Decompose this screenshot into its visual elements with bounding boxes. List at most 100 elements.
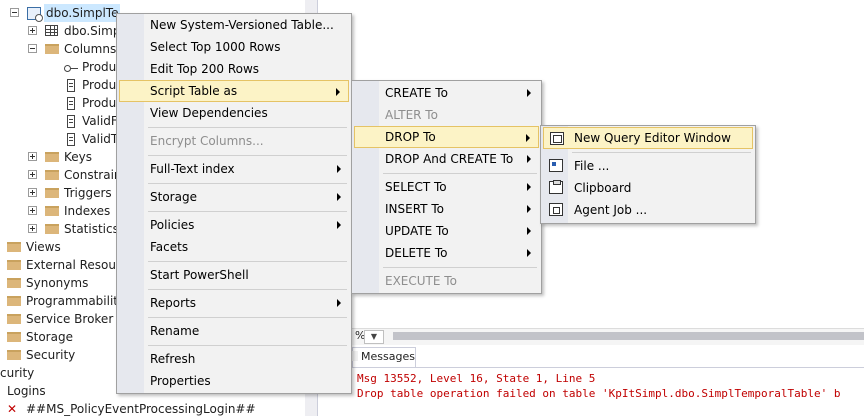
submenu-arrow-icon: [527, 249, 531, 257]
table-icon: [45, 25, 58, 36]
menu-item-facets[interactable]: Facets: [119, 236, 349, 258]
zoom-dropdown-icon[interactable]: ▼: [364, 330, 384, 344]
column-icon: [67, 97, 75, 110]
menu-item-agent-job[interactable]: Agent Job ...: [543, 199, 753, 221]
tree-node-label: Programmability: [26, 294, 126, 308]
tree-node-label: Views: [26, 240, 61, 254]
menu-item-refresh[interactable]: Refresh: [119, 348, 349, 370]
collapse-icon[interactable]: [28, 44, 37, 53]
menu-item-select-to[interactable]: SELECT To: [354, 176, 539, 198]
expand-icon[interactable]: [28, 188, 37, 197]
menu-separator: [148, 345, 347, 346]
menu-item-label: DROP To: [385, 130, 436, 144]
menu-item-label: ALTER To: [385, 108, 438, 122]
menu-item-label: Agent Job ...: [574, 203, 648, 217]
menu-item-storage[interactable]: Storage: [119, 186, 349, 208]
tree-node-label: ValidT: [82, 132, 119, 146]
expand-icon[interactable]: [28, 224, 37, 233]
submenu-arrow-icon: [337, 193, 341, 201]
menu-item-properties[interactable]: Properties: [119, 370, 349, 392]
error-message-line: Drop table operation failed on table 'Kp…: [357, 387, 841, 400]
tree-node-label: ValidF: [82, 114, 118, 128]
menu-separator: [148, 261, 347, 262]
menu-item-script-table-as[interactable]: Script Table as: [119, 80, 349, 102]
primary-key-icon: [64, 65, 78, 72]
tree-node-label: Indexes: [64, 204, 111, 218]
table-context-menu: New System-Versioned Table... Select Top…: [116, 13, 352, 394]
column-icon: [67, 133, 75, 146]
menu-item-rename[interactable]: Rename: [119, 320, 349, 342]
expand-icon[interactable]: [28, 206, 37, 215]
folder-icon: [7, 314, 21, 324]
horizontal-scrollbar[interactable]: [393, 332, 864, 340]
menu-item-drop-and-create-to[interactable]: DROP And CREATE To: [354, 148, 539, 170]
menu-item-full-text-index[interactable]: Full-Text index: [119, 158, 349, 180]
folder-icon: [45, 188, 59, 198]
submenu-arrow-icon: [527, 155, 531, 163]
menu-item-insert-to[interactable]: INSERT To: [354, 198, 539, 220]
messages-icon: [352, 351, 358, 361]
menu-item-file[interactable]: File ...: [543, 155, 753, 177]
menu-item-label: Refresh: [150, 352, 196, 366]
menu-item-create-to[interactable]: CREATE To: [354, 82, 539, 104]
menu-item-update-to[interactable]: UPDATE To: [354, 220, 539, 242]
submenu-arrow-icon: [527, 183, 531, 191]
menu-item-label: Select Top 1000 Rows: [150, 40, 281, 54]
menu-item-label: Storage: [150, 190, 197, 204]
menu-item-edit-top-200[interactable]: Edit Top 200 Rows: [119, 58, 349, 80]
tree-node-label: Logins: [7, 384, 46, 398]
tree-node-label: Security: [26, 348, 76, 362]
expand-icon[interactable]: [28, 170, 37, 179]
menu-item-label: Encrypt Columns...: [150, 134, 264, 148]
menu-item-drop-to[interactable]: DROP To: [354, 126, 539, 148]
folder-icon: [7, 260, 21, 270]
menu-item-clipboard[interactable]: Clipboard: [543, 177, 753, 199]
expand-icon[interactable]: [28, 26, 37, 35]
tree-node-label: Statistics: [64, 222, 119, 236]
tree-node-label: Storage: [26, 330, 73, 344]
folder-icon: [45, 152, 59, 162]
agent-job-icon: [549, 203, 563, 216]
submenu-arrow-icon: [337, 221, 341, 229]
tree-node-label: Service Broker: [26, 312, 114, 326]
tree-node-label: dbo.SimplTe: [44, 4, 121, 22]
menu-separator: [148, 155, 347, 156]
column-icon: [67, 115, 75, 128]
tab-messages-label: Messages: [361, 350, 415, 363]
folder-icon: [45, 170, 59, 180]
menu-separator: [383, 267, 537, 268]
folder-icon: [7, 278, 21, 288]
menu-separator: [148, 183, 347, 184]
menu-separator: [148, 127, 347, 128]
menu-item-delete-to[interactable]: DELETE To: [354, 242, 539, 264]
menu-item-execute-to: EXECUTE To: [354, 270, 539, 292]
clipboard-icon: [549, 180, 563, 194]
tree-node-label: Produ: [82, 78, 117, 92]
menu-item-label: New System-Versioned Table...: [150, 18, 334, 32]
menu-item-label: Policies: [150, 218, 195, 232]
collapse-icon[interactable]: [10, 8, 19, 17]
expand-icon[interactable]: [28, 152, 37, 161]
menu-item-reports[interactable]: Reports: [119, 292, 349, 314]
menu-separator: [148, 211, 347, 212]
menu-item-select-top-1000[interactable]: Select Top 1000 Rows: [119, 36, 349, 58]
tree-node-label: Columns: [64, 42, 117, 56]
folder-icon: [45, 44, 59, 54]
new-query-window-icon: [550, 132, 564, 145]
folder-icon: [45, 206, 59, 216]
menu-item-encrypt-columns: Encrypt Columns...: [119, 130, 349, 152]
menu-separator: [148, 317, 347, 318]
menu-item-label: Clipboard: [574, 181, 632, 195]
menu-item-policies[interactable]: Policies: [119, 214, 349, 236]
menu-item-start-powershell[interactable]: Start PowerShell: [119, 264, 349, 286]
menu-item-view-dependencies[interactable]: View Dependencies: [119, 102, 349, 124]
tree-node-label: Keys: [64, 150, 93, 164]
menu-item-new-system-versioned-table[interactable]: New System-Versioned Table...: [119, 14, 349, 36]
tree-node-label: Triggers: [64, 186, 112, 200]
menu-item-label: Script Table as: [150, 84, 238, 98]
column-icon: [67, 79, 75, 92]
menu-item-new-query-editor-window[interactable]: New Query Editor Window: [543, 127, 753, 149]
menu-item-label: File ...: [574, 159, 610, 173]
file-icon: [549, 159, 563, 172]
temporal-table-icon: [27, 7, 43, 22]
